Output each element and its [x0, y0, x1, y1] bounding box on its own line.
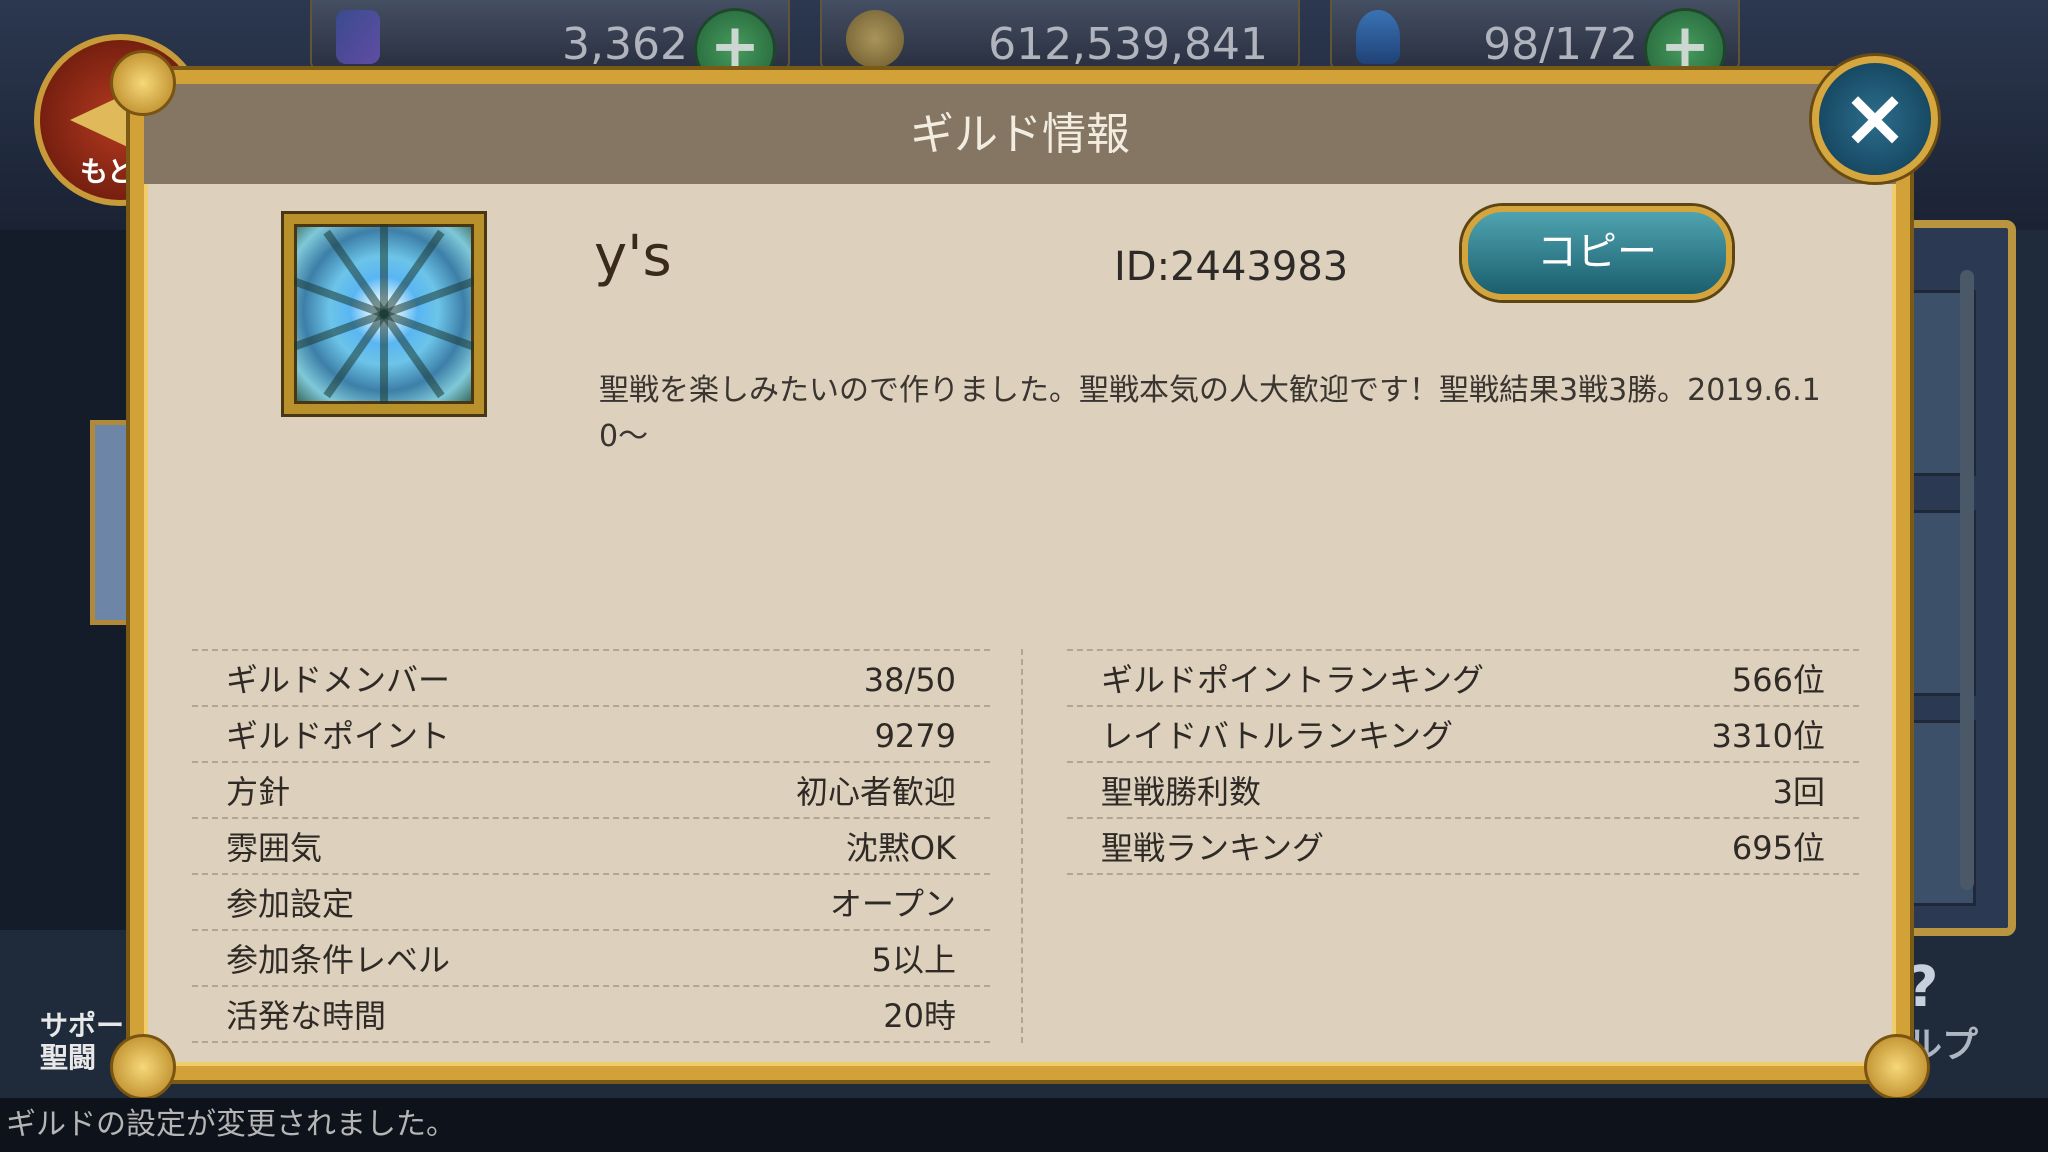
currency-coin: 612,539,841 [820, 0, 1300, 70]
question-icon: ? [1906, 955, 1939, 1020]
stat-label: 参加設定 [226, 885, 355, 923]
guild-stats-right: ギルドポイントランキング 566位 レイドバトルランキング 3310位 聖戦勝利… [1067, 649, 1859, 875]
currency-crystal: 3,362 + [310, 0, 790, 70]
stats-divider [1021, 649, 1023, 1043]
stat-value: オープン [829, 885, 956, 923]
close-button[interactable]: × [1812, 56, 1938, 182]
copy-id-button[interactable]: コピー [1462, 206, 1732, 300]
stat-value: 695位 [1731, 829, 1825, 867]
stat-value: 3310位 [1711, 717, 1825, 755]
stat-label: 活発な時間 [226, 997, 387, 1035]
stat-value: 9279 [874, 717, 956, 755]
stat-label: 聖戦ランキング [1101, 829, 1325, 867]
frame-corner-ornament [110, 50, 176, 116]
back-button-label: もど [80, 155, 136, 188]
right-scrollbar[interactable] [1960, 270, 1974, 890]
guild-emblem [284, 214, 484, 414]
stat-label: 参加条件レベル [226, 941, 451, 979]
stat-row-points: ギルドポイント 9279 [192, 707, 990, 763]
stat-row-active-time: 活発な時間 20時 [192, 987, 990, 1043]
stat-value: 沈黙OK [845, 829, 956, 867]
stat-row-join-level: 参加条件レベル 5以上 [192, 931, 990, 987]
stat-value: 20時 [883, 997, 956, 1035]
stat-label: 雰囲気 [226, 829, 323, 867]
guild-name: y's [594, 224, 672, 289]
guild-info-dialog: ギルド情報 y's ID:2443983 コピー 聖戦を楽しみたいので作りました… [110, 50, 1930, 1100]
add-stamina-button[interactable]: + [1644, 8, 1726, 68]
stat-label: ギルドポイントランキング [1101, 661, 1485, 699]
stat-row-raid-ranking: レイドバトルランキング 3310位 [1067, 707, 1859, 763]
stat-label: 聖戦勝利数 [1101, 773, 1262, 811]
frame-corner-ornament [1864, 1034, 1930, 1100]
stat-row-holy-war-wins: 聖戦勝利数 3回 [1067, 763, 1859, 819]
status-message: ギルドの設定が変更されました。 [0, 1098, 2048, 1152]
close-icon: × [1841, 71, 1909, 164]
stat-value: 3回 [1772, 773, 1825, 811]
coin-icon [846, 10, 904, 68]
stat-value: 初心者歓迎 [795, 773, 956, 811]
guild-id: ID:2443983 [1114, 244, 1349, 290]
dialog-title: ギルド情報 [144, 84, 1896, 184]
crystal-icon [336, 10, 380, 64]
stat-value: 566位 [1731, 661, 1825, 699]
add-crystal-button[interactable]: + [694, 8, 776, 68]
stat-label: レイドバトルランキング [1101, 717, 1454, 755]
currency-crystal-value: 3,362 [562, 19, 688, 70]
stat-label: ギルドポイント [226, 717, 451, 755]
stat-row-atmosphere: 雰囲気 沈黙OK [192, 819, 990, 875]
stat-row-holy-war-ranking: 聖戦ランキング 695位 [1067, 819, 1859, 875]
stat-label: ギルドメンバー [226, 661, 451, 699]
stat-value: 5以上 [871, 941, 956, 979]
currency-coin-value: 612,539,841 [988, 19, 1268, 70]
stat-row-join-setting: 参加設定 オープン [192, 875, 990, 931]
guild-description: 聖戦を楽しみたいので作りました。聖戦本気の人大歓迎です！聖戦結果3戦3勝。201… [599, 373, 1821, 454]
stat-row-point-ranking: ギルドポイントランキング 566位 [1067, 651, 1859, 707]
currency-stamina-value: 98/172 [1483, 19, 1638, 70]
guild-stats-left: ギルドメンバー 38/50 ギルドポイント 9279 方針 初心者歓迎 雰囲気 … [192, 649, 990, 1043]
frame-corner-ornament [110, 1034, 176, 1100]
stat-value: 38/50 [863, 661, 956, 699]
currency-stamina: 98/172 + [1330, 0, 1740, 70]
stat-row-members: ギルドメンバー 38/50 [192, 651, 990, 707]
flame-icon [1356, 10, 1400, 64]
stat-row-policy: 方針 初心者歓迎 [192, 763, 990, 819]
stat-label: 方針 [226, 773, 291, 811]
